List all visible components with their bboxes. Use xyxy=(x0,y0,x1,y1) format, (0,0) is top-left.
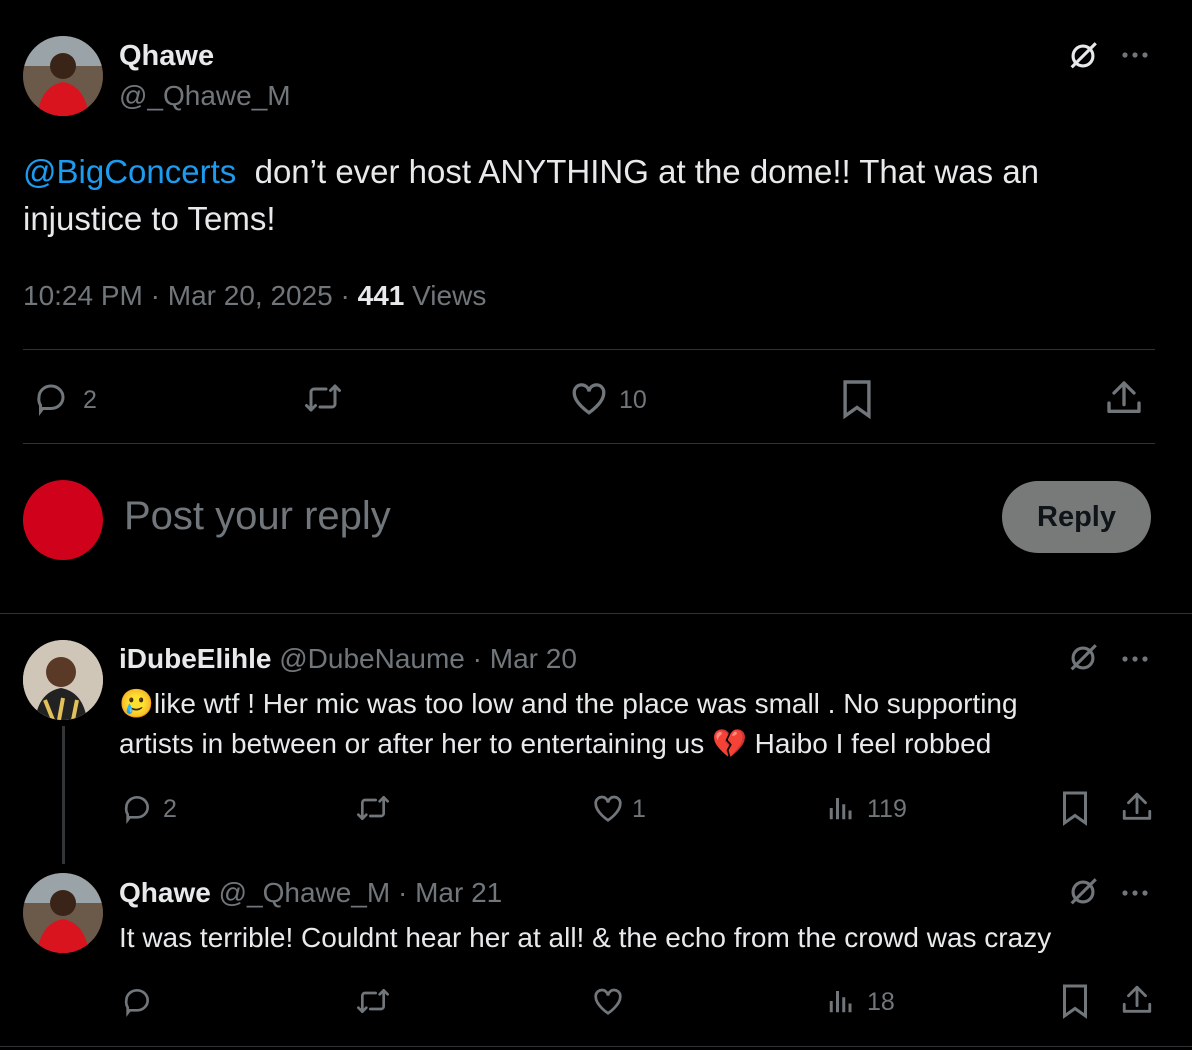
reply-count: 2 xyxy=(163,795,177,823)
author-handle[interactable]: @DubeNaume xyxy=(279,643,465,674)
like-icon[interactable] xyxy=(591,986,625,1016)
grok-icon[interactable] xyxy=(1066,875,1100,909)
meta-separator: · xyxy=(472,643,482,674)
bookmark-icon[interactable] xyxy=(840,378,874,420)
reply-text: It was terrible! Couldnt hear her at all… xyxy=(119,922,1052,953)
divider xyxy=(0,1046,1192,1047)
author-handle[interactable]: @_Qhawe_M xyxy=(219,877,391,908)
more-icon[interactable] xyxy=(1118,648,1152,670)
divider xyxy=(23,443,1155,444)
emoji: 🥲 xyxy=(119,688,154,719)
reply-date[interactable]: Mar 21 xyxy=(415,877,502,908)
avatar[interactable] xyxy=(23,640,103,720)
more-icon[interactable] xyxy=(1118,44,1152,66)
reply-input[interactable]: Post your reply xyxy=(124,494,391,539)
like-count: 10 xyxy=(619,386,647,414)
repost-icon[interactable] xyxy=(354,792,392,824)
views-count: 441 xyxy=(357,280,405,311)
bookmark-icon[interactable] xyxy=(1060,790,1090,826)
reply-text-line1: like wtf ! Her mic was too low and the p… xyxy=(153,688,1018,719)
thread-line xyxy=(62,726,65,864)
reply-text: 🥲like wtf ! Her mic was too low and the … xyxy=(119,684,1159,764)
emoji: 💔 xyxy=(712,728,747,759)
author-handle[interactable]: @_Qhawe_M xyxy=(119,80,291,112)
grok-icon[interactable] xyxy=(1066,641,1100,675)
views-icon[interactable] xyxy=(826,986,856,1016)
post-text-line2: injustice to Tems! xyxy=(23,200,276,237)
like-icon[interactable] xyxy=(569,380,609,416)
author-name[interactable]: iDubeElihle xyxy=(119,643,271,674)
reply-header: iDubeElihle @DubeNaume · Mar 20 xyxy=(119,643,577,675)
bookmark-icon[interactable] xyxy=(1060,983,1090,1019)
share-icon[interactable] xyxy=(1120,790,1154,824)
grok-icon[interactable] xyxy=(1066,39,1100,73)
repost-icon[interactable] xyxy=(301,380,345,416)
reply-icon[interactable] xyxy=(33,380,69,416)
reply-text-line2b: Haibo I feel robbed xyxy=(754,728,992,759)
reply-count: 2 xyxy=(83,386,97,414)
views-count: 18 xyxy=(867,988,895,1016)
meta-separator: · xyxy=(150,280,160,311)
like-icon[interactable] xyxy=(591,793,625,823)
avatar[interactable] xyxy=(23,36,103,116)
avatar[interactable] xyxy=(23,873,103,953)
views-count: 119 xyxy=(867,795,907,823)
author-name[interactable]: Qhawe xyxy=(119,877,211,908)
views-icon[interactable] xyxy=(826,793,856,823)
reply-date[interactable]: Mar 20 xyxy=(490,643,577,674)
post-time[interactable]: 10:24 PM xyxy=(23,280,143,311)
post-meta: 10:24 PM · Mar 20, 2025 · 441 Views xyxy=(23,280,486,312)
reply-icon[interactable] xyxy=(121,985,153,1017)
reply-button[interactable]: Reply xyxy=(1002,481,1151,553)
more-icon[interactable] xyxy=(1118,882,1152,904)
meta-separator: · xyxy=(340,280,350,311)
post-text-line1: don’t ever host ANYTHING at the dome!! T… xyxy=(254,153,1040,190)
post-date[interactable]: Mar 20, 2025 xyxy=(168,280,333,311)
repost-icon[interactable] xyxy=(354,985,392,1017)
views-label: Views xyxy=(412,280,487,311)
share-icon[interactable] xyxy=(1104,378,1144,418)
divider xyxy=(0,613,1192,614)
reply-icon[interactable] xyxy=(121,792,153,824)
reply-header: Qhawe @_Qhawe_M · Mar 21 xyxy=(119,877,502,909)
author-name[interactable]: Qhawe xyxy=(119,40,214,73)
mention-link[interactable]: @BigConcerts xyxy=(23,153,236,190)
user-avatar xyxy=(23,480,103,560)
divider xyxy=(23,349,1155,350)
reply-text-line2a: artists in between or after her to enter… xyxy=(119,728,705,759)
share-icon[interactable] xyxy=(1120,983,1154,1017)
like-count: 1 xyxy=(632,795,646,823)
post-text: @BigConcerts don’t ever host ANYTHING at… xyxy=(23,148,1163,242)
meta-separator: · xyxy=(397,877,408,908)
